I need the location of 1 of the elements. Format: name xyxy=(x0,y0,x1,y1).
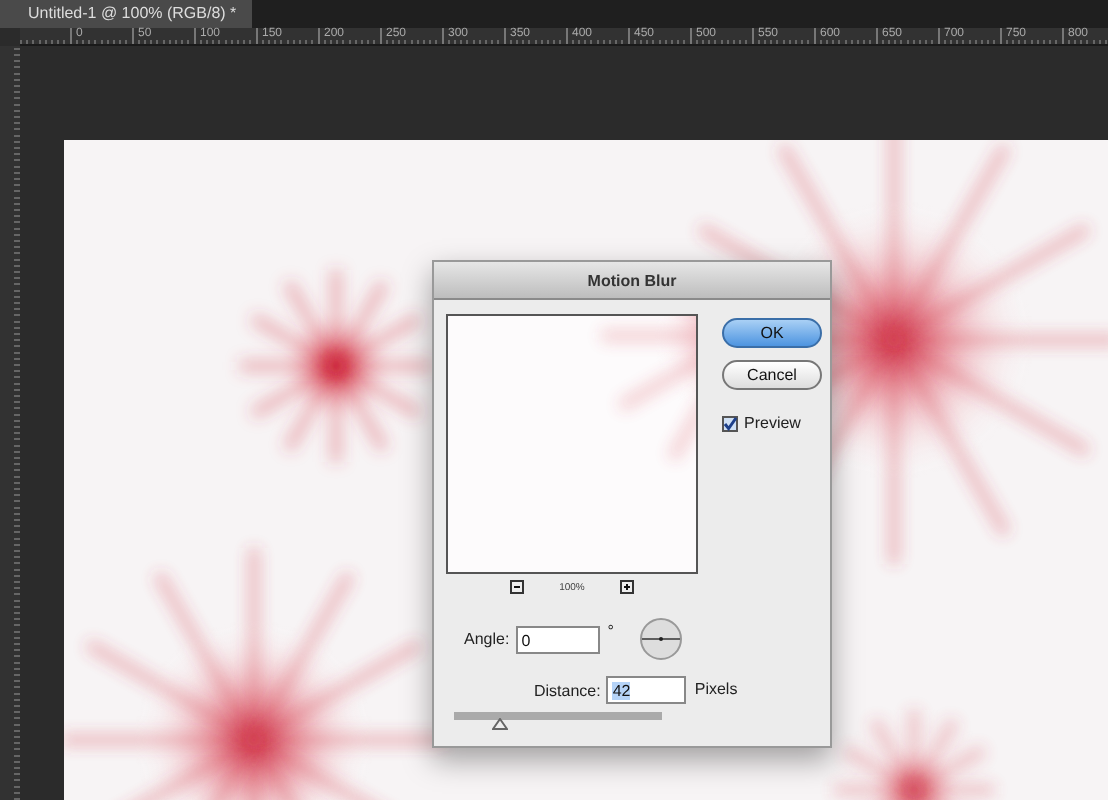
document-tab[interactable]: Untitled-1 @ 100% (RGB/8) * xyxy=(0,0,253,28)
